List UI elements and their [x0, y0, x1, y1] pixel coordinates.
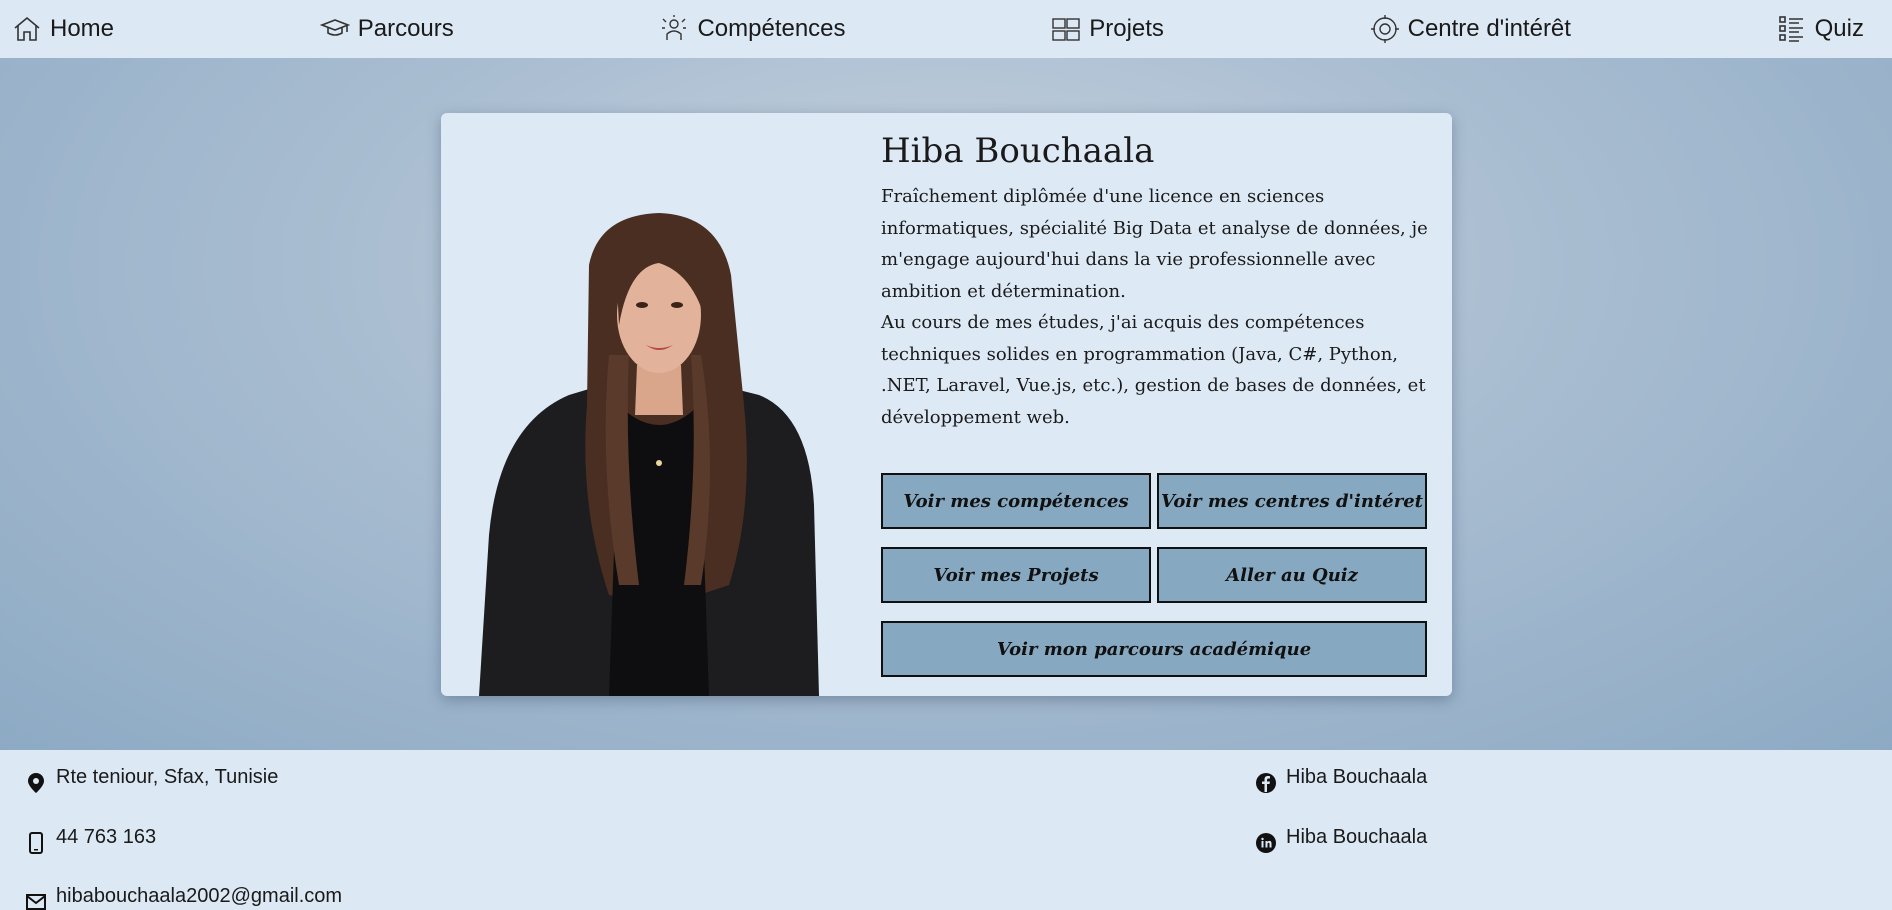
action-buttons: Voir mes compétences Voir mes centres d'… [881, 473, 1427, 677]
location-pin-icon [28, 773, 44, 793]
footer-email[interactable]: hibabouchaala2002@gmail.com [26, 885, 342, 910]
nav-quiz-label: Quiz [1814, 15, 1864, 42]
nav-home-label: Home [50, 15, 115, 42]
nav-projets[interactable]: Projets [1051, 14, 1164, 44]
projects-icon [1052, 18, 1080, 41]
top-nav: Home Parcours Compétences Projets Centre… [0, 0, 1892, 58]
linkedin-text: Hiba Bouchaala [1286, 826, 1428, 848]
profile-name: Hiba Bouchaala [881, 131, 1155, 171]
email-text: hibabouchaala2002@gmail.com [56, 885, 343, 907]
house-icon [14, 16, 40, 41]
nav-parcours[interactable]: Parcours [319, 14, 454, 44]
graduation-cap-icon [319, 19, 350, 36]
nav-home[interactable]: Home [12, 14, 114, 44]
nav-interets-label: Centre d'intérêt [1407, 15, 1571, 42]
facebook-icon [1256, 773, 1276, 793]
footer-facebook[interactable]: Hiba Bouchaala [1256, 766, 1427, 794]
go-quiz-button[interactable]: Aller au Quiz [1157, 547, 1427, 603]
profile-card: Hiba Bouchaala Fraîchement diplômée d'un… [441, 113, 1452, 696]
address-text: Rte teniour, Sfax, Tunisie [56, 766, 279, 788]
view-academic-path-button[interactable]: Voir mon parcours académique [881, 621, 1427, 677]
profile-photo [479, 213, 819, 696]
checklist-icon [1778, 16, 1803, 42]
bio-paragraph-2: Au cours de mes études, j'ai acquis des … [881, 312, 1426, 428]
nav-competences[interactable]: Compétences [659, 14, 846, 44]
skills-icon [662, 15, 687, 40]
view-interests-button[interactable]: Voir mes centres d'intéret [1157, 473, 1427, 529]
hero-section: Hiba Bouchaala Fraîchement diplômée d'un… [0, 58, 1892, 750]
mobile-phone-icon [29, 832, 43, 854]
nav-competences-label: Compétences [697, 15, 846, 42]
bio-paragraph-1: Fraîchement diplômée d'une licence en sc… [881, 186, 1428, 302]
nav-projets-label: Projets [1089, 15, 1164, 42]
nav-interets[interactable]: Centre d'intérêt [1370, 14, 1571, 44]
footer-linkedin[interactable]: Hiba Bouchaala [1256, 826, 1427, 854]
profile-info: Hiba Bouchaala Fraîchement diplômée d'un… [881, 131, 1441, 433]
phone-text: 44 763 163 [56, 826, 157, 848]
view-projects-button[interactable]: Voir mes Projets [881, 547, 1151, 603]
nav-parcours-label: Parcours [357, 15, 454, 42]
nav-quiz[interactable]: Quiz [1777, 14, 1864, 44]
view-skills-button[interactable]: Voir mes compétences [881, 473, 1151, 529]
facebook-text: Hiba Bouchaala [1286, 766, 1428, 788]
footer-phone: 44 763 163 [26, 826, 156, 854]
envelope-icon [26, 894, 46, 910]
footer-address: Rte teniour, Sfax, Tunisie [26, 766, 278, 794]
linkedin-icon [1256, 833, 1276, 853]
interests-icon [1370, 15, 1399, 43]
footer: Rte teniour, Sfax, Tunisie 44 763 163 hi… [0, 750, 1892, 910]
